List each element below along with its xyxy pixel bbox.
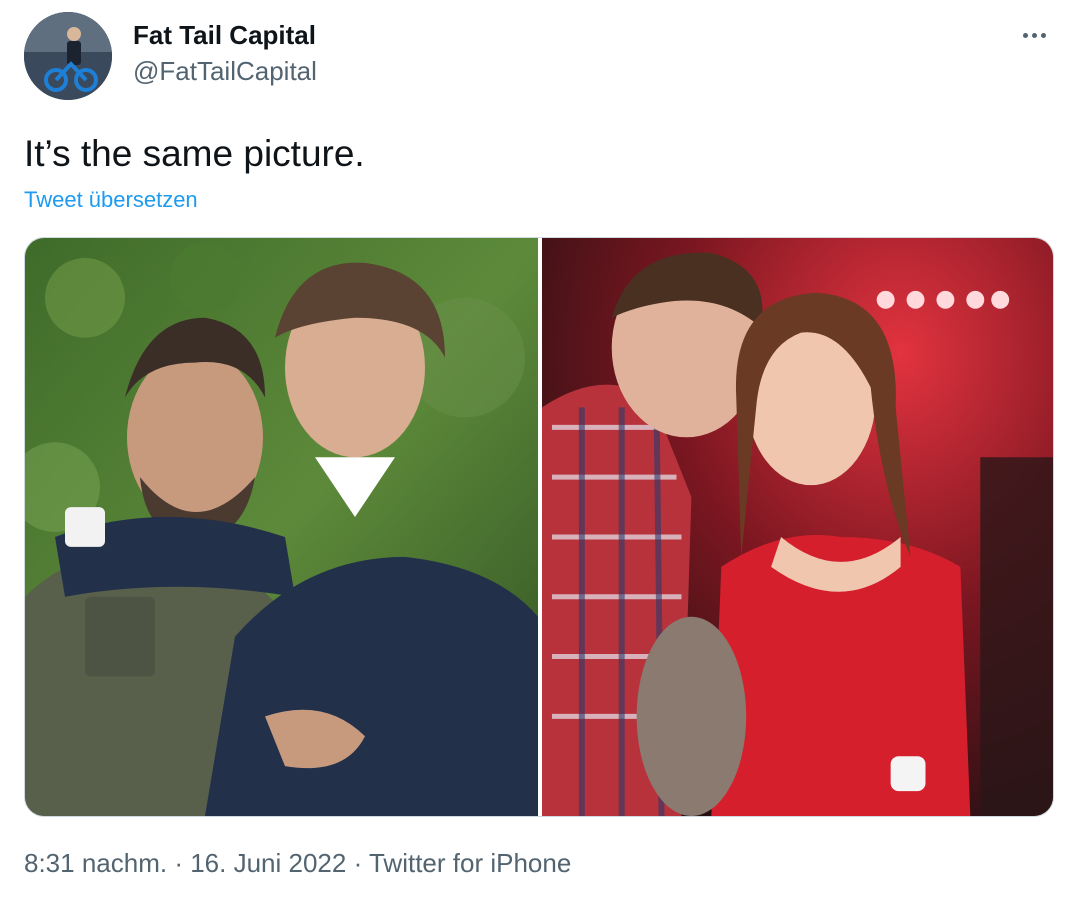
photo-1-image — [25, 238, 538, 816]
meta-separator-1: · — [167, 848, 191, 878]
meta-separator-2: · — [346, 848, 369, 878]
author-name[interactable]: Fat Tail Capital — [133, 20, 316, 51]
tweet-date[interactable]: 16. Juni 2022 — [190, 848, 346, 878]
tweet-source[interactable]: Twitter for iPhone — [369, 848, 571, 878]
author-handle[interactable]: @FatTailCapital — [133, 56, 317, 87]
photo-2-image — [542, 238, 1053, 816]
media-grid — [24, 237, 1054, 817]
translate-link[interactable]: Tweet übersetzen — [24, 187, 198, 213]
tweet-card: Fat Tail Capital @FatTailCapital It’s th… — [0, 0, 1080, 900]
tweet-text: It’s the same picture. — [24, 133, 365, 174]
tweet-meta: 8:31 nachm. · 16. Juni 2022 · Twitter fo… — [24, 848, 571, 879]
author-avatar[interactable] — [24, 12, 112, 100]
tweet-time[interactable]: 8:31 nachm. — [24, 848, 167, 878]
more-dots-icon[interactable] — [1012, 18, 1056, 52]
tweet-photo-1[interactable] — [25, 238, 538, 816]
tweet-photo-2[interactable] — [542, 238, 1053, 816]
avatar-image — [24, 12, 112, 100]
